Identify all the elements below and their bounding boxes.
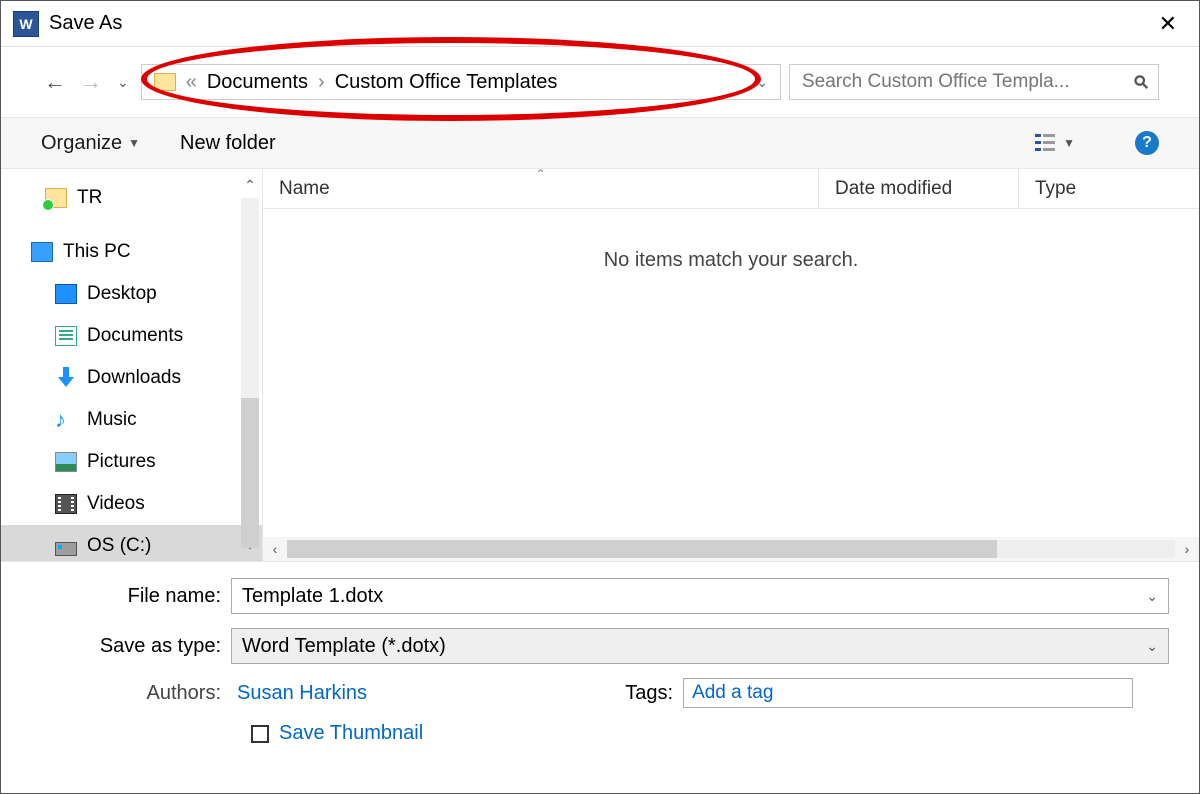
save-as-dialog: W Save As ✕ ← → ⌄ « Documents › Custom O… xyxy=(0,0,1200,794)
save-thumbnail-checkbox[interactable] xyxy=(251,725,269,743)
tree-item-pictures[interactable]: Pictures xyxy=(1,441,262,483)
music-icon: ♪ xyxy=(55,410,77,430)
nav-row: ← → ⌄ « Documents › Custom Office Templa… xyxy=(1,47,1199,117)
chevron-down-icon: ▼ xyxy=(1063,136,1075,150)
scroll-right-icon[interactable]: › xyxy=(1175,541,1199,557)
new-folder-button[interactable]: New folder xyxy=(180,132,276,155)
tags-label: Tags: xyxy=(617,682,673,705)
breadcrumb-seg-custom-templates[interactable]: Custom Office Templates xyxy=(335,71,558,94)
tree-item-downloads[interactable]: Downloads xyxy=(1,357,262,399)
sort-indicator-icon: ⌃ xyxy=(535,167,545,181)
tree-item-this-pc[interactable]: This PC xyxy=(1,231,262,273)
chevron-down-icon[interactable]: ⌄ xyxy=(1146,588,1158,605)
desktop-icon xyxy=(55,284,77,304)
folder-icon xyxy=(154,73,176,91)
word-icon: W xyxy=(13,11,39,37)
tree-item-label: Pictures xyxy=(87,451,156,473)
tree-item-videos[interactable]: Videos xyxy=(1,483,262,525)
tree-item-label: This PC xyxy=(63,241,131,263)
document-icon xyxy=(55,326,77,346)
filename-value: Template 1.dotx xyxy=(242,585,383,608)
file-list-body: No items match your search. xyxy=(263,209,1199,537)
scroll-left-icon[interactable]: ‹ xyxy=(263,541,287,557)
chevron-down-icon[interactable]: ⌄ xyxy=(1146,638,1158,655)
tree-item-desktop[interactable]: Desktop xyxy=(1,273,262,315)
breadcrumb-prefix: « xyxy=(186,71,197,94)
column-label: Date modified xyxy=(835,178,952,200)
scroll-thumb[interactable] xyxy=(287,540,997,558)
tree-item-label: Desktop xyxy=(87,283,157,305)
scroll-track[interactable] xyxy=(241,198,259,532)
view-icon xyxy=(1035,134,1057,152)
chevron-right-icon: › xyxy=(318,71,325,94)
tree-item-label: TR xyxy=(77,187,102,209)
tree-item-label: Music xyxy=(87,409,137,431)
tree-scrollbar[interactable]: ⌃ ⌄ xyxy=(240,177,260,553)
picture-icon xyxy=(55,452,77,472)
video-icon xyxy=(55,494,77,514)
tree-item-label: Videos xyxy=(87,493,145,515)
forward-button[interactable]: → xyxy=(77,69,105,95)
file-list: ⌃ Name Date modified Type No items match… xyxy=(263,169,1199,561)
column-type[interactable]: Type xyxy=(1019,169,1199,208)
bottom-panel: File name: Template 1.dotx ⌄ Save as typ… xyxy=(1,561,1199,755)
tree-item-documents[interactable]: Documents xyxy=(1,315,262,357)
filetype-row: Save as type: Word Template (*.dotx) ⌄ xyxy=(31,628,1169,664)
search-icon: ⚲ xyxy=(1129,70,1153,94)
filetype-value: Word Template (*.dotx) xyxy=(242,635,446,658)
breadcrumb-seg-documents[interactable]: Documents xyxy=(207,71,308,94)
tree-item-os-c[interactable]: OS (C:) xyxy=(1,525,262,561)
meta-row: Authors: Susan Harkins Tags: Add a tag xyxy=(31,678,1169,708)
recent-locations-dropdown[interactable]: ⌄ xyxy=(113,74,133,91)
titlebar: W Save As ✕ xyxy=(1,1,1199,47)
tree-item-label: Downloads xyxy=(87,367,181,389)
main-area: TR This PC Desktop Documents Downloads ♪ xyxy=(1,169,1199,561)
window-title: Save As xyxy=(49,12,122,35)
folder-icon xyxy=(45,188,67,208)
column-header-row: ⌃ Name Date modified Type xyxy=(263,169,1199,209)
empty-message: No items match your search. xyxy=(604,249,859,272)
download-icon xyxy=(55,367,77,389)
filetype-label: Save as type: xyxy=(31,635,221,658)
column-date[interactable]: Date modified xyxy=(819,169,1019,208)
pc-icon xyxy=(31,242,53,262)
save-thumbnail-row: Save Thumbnail xyxy=(31,722,1169,745)
breadcrumb[interactable]: « Documents › Custom Office Templates ⌄ xyxy=(141,64,781,100)
tags-input[interactable]: Add a tag xyxy=(683,678,1133,708)
save-thumbnail-label[interactable]: Save Thumbnail xyxy=(279,722,423,745)
filename-row: File name: Template 1.dotx ⌄ xyxy=(31,578,1169,614)
column-label: Type xyxy=(1035,178,1076,200)
drive-icon xyxy=(55,542,77,556)
filename-input[interactable]: Template 1.dotx ⌄ xyxy=(231,578,1169,614)
scroll-thumb[interactable] xyxy=(241,398,259,548)
horizontal-scrollbar[interactable]: ‹ › xyxy=(263,537,1199,561)
scroll-up-icon[interactable]: ⌃ xyxy=(244,177,256,194)
search-input[interactable] xyxy=(800,70,1127,94)
toolbar: Organize ▼ New folder ▼ ? xyxy=(1,117,1199,169)
tree-item-tr[interactable]: TR xyxy=(1,177,262,219)
nav-tree: TR This PC Desktop Documents Downloads ♪ xyxy=(1,169,263,561)
authors-label: Authors: xyxy=(61,682,221,705)
tree-item-music[interactable]: ♪ Music xyxy=(1,399,262,441)
scroll-track[interactable] xyxy=(287,540,1175,558)
organize-button[interactable]: Organize ▼ xyxy=(41,132,140,155)
back-button[interactable]: ← xyxy=(41,69,69,95)
organize-label: Organize xyxy=(41,132,122,155)
breadcrumb-dropdown[interactable]: ⌄ xyxy=(756,74,768,91)
chevron-down-icon: ▼ xyxy=(128,136,140,150)
help-button[interactable]: ? xyxy=(1135,131,1159,155)
tree-item-label: Documents xyxy=(87,325,183,347)
column-label: Name xyxy=(279,178,330,200)
tree-item-label: OS (C:) xyxy=(87,535,151,557)
tags-placeholder: Add a tag xyxy=(692,682,773,704)
filetype-select[interactable]: Word Template (*.dotx) ⌄ xyxy=(231,628,1169,664)
filename-label: File name: xyxy=(31,585,221,608)
column-name[interactable]: ⌃ Name xyxy=(263,169,819,208)
search-box[interactable]: ⚲ xyxy=(789,64,1159,100)
authors-value[interactable]: Susan Harkins xyxy=(231,682,367,705)
close-button[interactable]: ✕ xyxy=(1149,7,1187,41)
view-options-button[interactable]: ▼ xyxy=(1035,134,1075,152)
